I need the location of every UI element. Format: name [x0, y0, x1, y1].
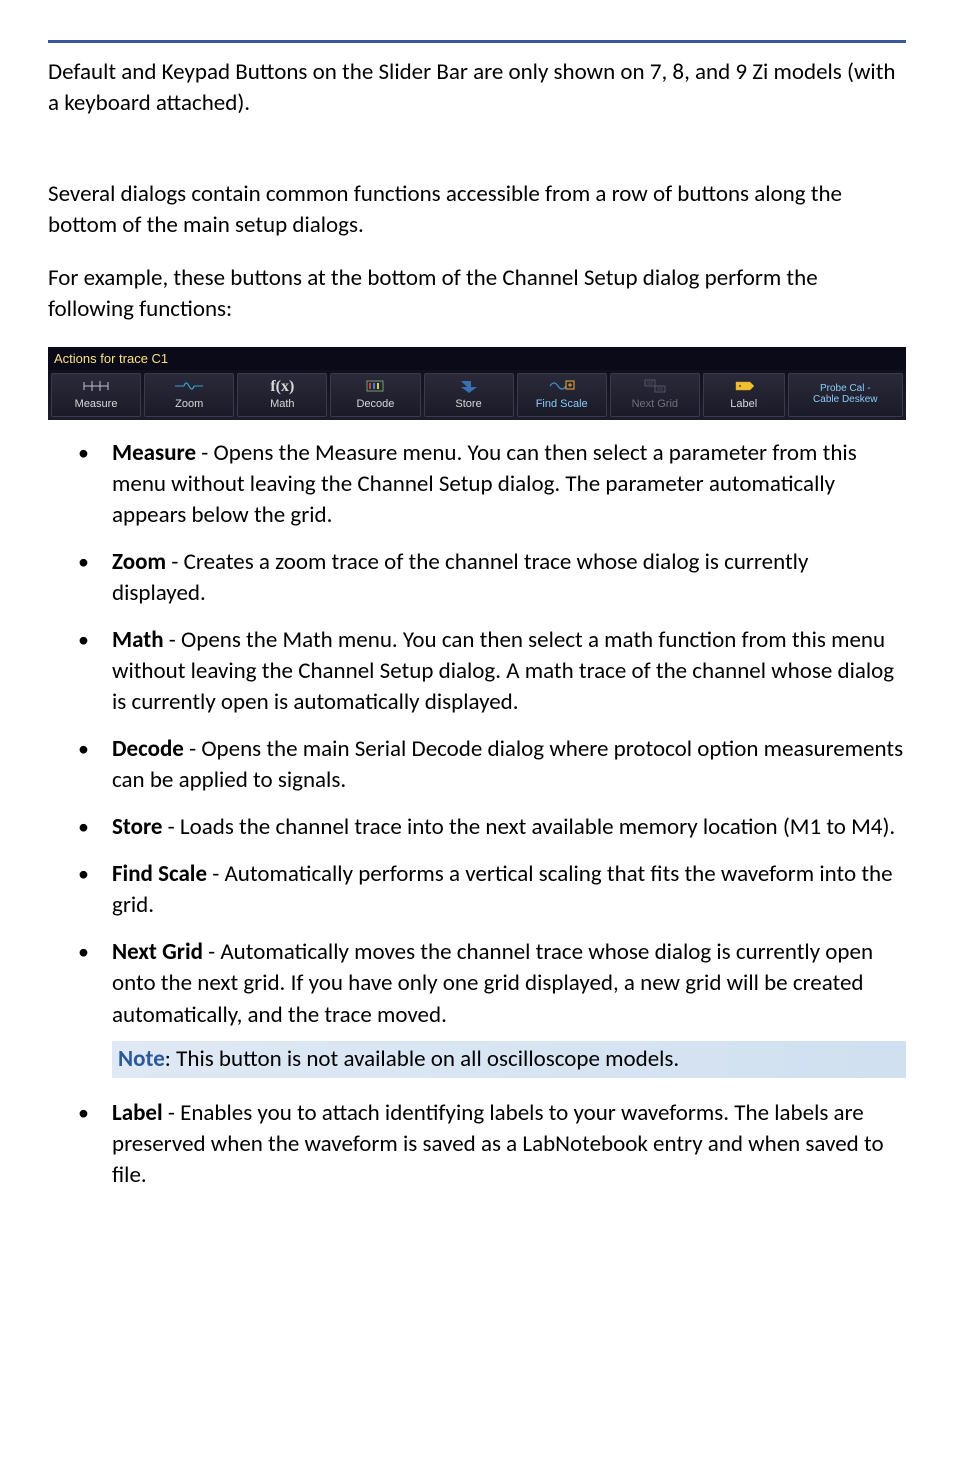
list-item-label: Label - Enables you to attach identifyin…	[48, 1098, 906, 1191]
find-scale-button-label: Find Scale	[536, 397, 588, 412]
math-button[interactable]: f(x) Math	[237, 373, 327, 417]
fx-icon: f(x)	[270, 377, 294, 395]
note-box: Note: This button is not available on al…	[112, 1041, 906, 1078]
label-icon	[726, 377, 762, 395]
toolbar-screenshot: Actions for trace C1 Measure	[48, 347, 906, 420]
zoom-button[interactable]: Zoom	[144, 373, 234, 417]
store-button[interactable]: Store	[424, 373, 514, 417]
math-button-label: Math	[270, 397, 294, 412]
store-button-label: Store	[455, 397, 481, 412]
list-item-decode: Decode - Opens the main Serial Decode di…	[48, 734, 906, 796]
desc-nextgrid: - Automatically moves the channel trace …	[112, 938, 873, 1028]
probe-cal-label-2: Cable Deskew	[813, 395, 877, 406]
store-icon	[451, 377, 487, 395]
next-grid-icon	[637, 377, 673, 395]
term-decode: Decode	[112, 735, 184, 763]
intro-paragraph-1: Default and Keypad Buttons on the Slider…	[48, 57, 906, 119]
term-measure: Measure	[112, 439, 196, 467]
decode-icon	[357, 377, 393, 395]
decode-button[interactable]: Decode	[330, 373, 420, 417]
header-divider	[48, 40, 906, 43]
label-button[interactable]: Label	[703, 373, 785, 417]
note-text: : This button is not available on all os…	[165, 1045, 679, 1073]
list-item-findscale: Find Scale - Automatically performs a ve…	[48, 859, 906, 921]
description-list: Measure - Opens the Measure menu. You ca…	[48, 438, 906, 1191]
desc-label: - Enables you to attach identifying labe…	[112, 1099, 884, 1189]
list-item-measure: Measure - Opens the Measure menu. You ca…	[48, 438, 906, 531]
list-item-nextgrid: Next Grid - Automatically moves the chan…	[48, 937, 906, 1081]
find-scale-icon	[544, 377, 580, 395]
desc-math: - Opens the Math menu. You can then sele…	[112, 626, 894, 716]
term-store: Store	[112, 813, 162, 841]
find-scale-button[interactable]: Find Scale	[517, 373, 607, 417]
desc-findscale: - Automatically performs a vertical scal…	[112, 860, 893, 919]
intro-paragraph-3: For example, these buttons at the bottom…	[48, 263, 906, 325]
term-math: Math	[112, 626, 164, 654]
zoom-icon	[171, 377, 207, 395]
term-zoom: Zoom	[112, 548, 166, 576]
measure-button[interactable]: Measure	[51, 373, 141, 417]
list-item-store: Store - Loads the channel trace into the…	[48, 812, 906, 843]
label-button-label: Label	[730, 397, 757, 412]
term-findscale: Find Scale	[112, 860, 207, 888]
desc-zoom: - Creates a zoom trace of the channel tr…	[112, 548, 808, 607]
toolbar: Measure Zoom f(x) Math	[48, 370, 906, 420]
list-item-zoom: Zoom - Creates a zoom trace of the chann…	[48, 547, 906, 609]
next-grid-button-label: Next Grid	[632, 397, 678, 412]
desc-measure: - Opens the Measure menu. You can then s…	[112, 439, 857, 529]
decode-button-label: Decode	[356, 397, 394, 412]
term-nextgrid: Next Grid	[112, 938, 203, 966]
desc-store: - Loads the channel trace into the next …	[162, 813, 895, 841]
list-item-math: Math - Opens the Math menu. You can then…	[48, 625, 906, 718]
note-label: Note	[118, 1045, 165, 1073]
intro-paragraph-2: Several dialogs contain common functions…	[48, 179, 906, 241]
toolbar-title: Actions for trace C1	[48, 347, 906, 370]
measure-icon	[78, 377, 114, 395]
zoom-button-label: Zoom	[175, 397, 203, 412]
probe-cal-button[interactable]: Probe Cal - Cable Deskew	[788, 373, 903, 417]
measure-button-label: Measure	[75, 397, 118, 412]
term-label: Label	[112, 1099, 163, 1127]
desc-decode: - Opens the main Serial Decode dialog wh…	[112, 735, 903, 794]
next-grid-button[interactable]: Next Grid	[610, 373, 700, 417]
